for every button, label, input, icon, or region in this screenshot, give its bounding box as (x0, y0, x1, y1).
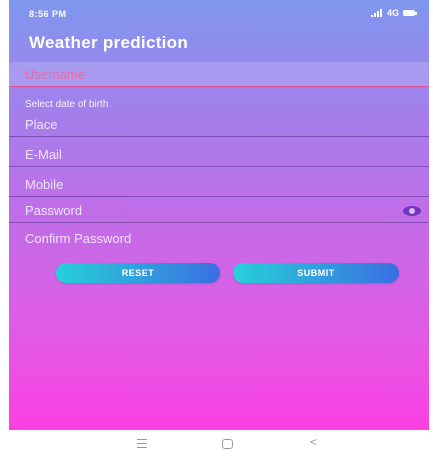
confirm-password-field[interactable]: Confirm Password (9, 230, 429, 250)
app-title: Weather prediction (29, 33, 189, 52)
mobile-field[interactable]: Mobile (9, 174, 429, 197)
password-placeholder: Password (25, 203, 83, 218)
eye-icon[interactable] (403, 206, 421, 216)
phone-frame: 8:56 PM 4G Weather prediction Username S… (9, 0, 429, 457)
signal-icon (370, 9, 383, 17)
place-field[interactable]: Place (9, 114, 429, 137)
submit-button[interactable]: SUBMIT (233, 263, 399, 283)
status-time: 8:56 PM (29, 9, 67, 19)
status-icons: 4G (370, 8, 417, 18)
dob-placeholder: Select date of birth (25, 99, 109, 110)
password-field[interactable]: Password (9, 200, 429, 223)
network-type: 4G (386, 8, 399, 18)
back-icon[interactable]: < (310, 436, 317, 448)
email-field[interactable]: E-Mail (9, 144, 429, 167)
dob-field[interactable]: Select date of birth (9, 96, 429, 114)
battery-icon (403, 10, 417, 16)
reset-button[interactable]: RESET (56, 263, 220, 283)
place-placeholder: Place (25, 117, 58, 132)
square-icon[interactable] (222, 439, 233, 449)
username-placeholder: Username (25, 67, 85, 82)
menu-icon[interactable] (137, 439, 147, 448)
navigation-bar: < (9, 430, 429, 457)
mobile-placeholder: Mobile (25, 177, 64, 192)
status-bar: 8:56 PM 4G (9, 0, 429, 28)
email-placeholder: E-Mail (25, 147, 62, 162)
confirm-password-placeholder: Confirm Password (25, 231, 132, 246)
username-field[interactable]: Username (9, 62, 429, 87)
app-screen: 8:56 PM 4G Weather prediction Username S… (9, 0, 429, 430)
